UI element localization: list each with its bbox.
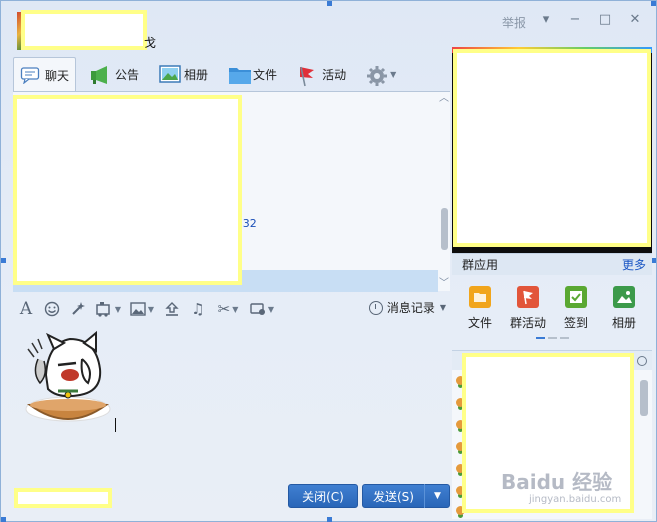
- emoji-icon[interactable]: [39, 298, 65, 320]
- resize-handle-bottom[interactable]: [327, 517, 332, 522]
- tab-label: 聊天: [45, 68, 70, 83]
- watermark-url: jingyan.baidu.com: [529, 494, 622, 505]
- close-button-label: 关闭(C): [302, 489, 344, 504]
- tab-label: 相册: [184, 67, 209, 82]
- group-name-tail: 戈: [144, 36, 157, 50]
- send-options-dropdown[interactable]: ▼: [424, 484, 450, 508]
- font-icon[interactable]: A: [13, 298, 39, 320]
- scroll-down-icon[interactable]: ﹀: [438, 278, 450, 290]
- member-scroll-thumb[interactable]: [640, 380, 648, 416]
- tab-announcement[interactable]: 公告: [84, 57, 145, 91]
- tab-settings[interactable]: ▼: [360, 57, 402, 91]
- watermark: Baidu 经验: [501, 470, 613, 494]
- flag-icon: [297, 65, 317, 87]
- main-tabs: 聊天 公告 相册 文件 活动 ▼: [13, 57, 449, 92]
- gear-icon: [366, 65, 388, 86]
- scissors-icon[interactable]: ✂ ▼: [211, 298, 245, 320]
- image-icon[interactable]: ▼: [125, 298, 159, 320]
- scroll-up-icon[interactable]: ︿: [438, 93, 450, 105]
- magic-wand-icon[interactable]: [65, 298, 91, 320]
- app-label: 文件: [467, 316, 492, 330]
- app-label: 相册: [611, 316, 636, 330]
- pager-dot-active[interactable]: [536, 337, 545, 339]
- app-group-activity[interactable]: 群活动: [504, 277, 552, 339]
- app-check-in[interactable]: 签到: [552, 277, 600, 339]
- cat-sticker-icon: [25, 330, 111, 422]
- message-scrollbar[interactable]: ︿ ﹀: [438, 92, 450, 292]
- text-cursor: [115, 418, 116, 432]
- minimize-button[interactable]: −: [567, 12, 583, 28]
- resize-handle-top-right[interactable]: [651, 1, 656, 6]
- maximize-button[interactable]: □: [597, 12, 613, 28]
- upload-icon[interactable]: [159, 298, 185, 320]
- tab-label: 公告: [115, 67, 140, 82]
- folder-icon: [228, 65, 252, 84]
- send-button[interactable]: 发送(S) ▼: [362, 484, 450, 508]
- menu-dropdown-icon[interactable]: ▾: [538, 12, 554, 28]
- chat-bubble-icon: [20, 66, 40, 85]
- album-icon: [613, 286, 635, 308]
- more-apps-link[interactable]: 更多: [622, 256, 646, 273]
- message-history-button[interactable]: 消息记录 ▼: [368, 299, 446, 316]
- check-in-icon: [565, 286, 587, 308]
- pager-dot[interactable]: [560, 337, 569, 339]
- resize-handle-top[interactable]: [327, 1, 332, 6]
- megaphone-icon: [90, 65, 110, 84]
- send-button-label: 发送(S): [373, 489, 414, 504]
- group-apps-header: 群应用 更多: [452, 253, 652, 275]
- file-folder-icon: [469, 286, 491, 308]
- close-window-button[interactable]: ✕: [627, 12, 643, 28]
- clock-icon: [368, 300, 383, 315]
- app-album[interactable]: 相册: [600, 277, 648, 339]
- tab-label: 文件: [253, 67, 278, 82]
- history-label: 消息记录: [386, 301, 435, 315]
- redacted-message-content: [13, 95, 242, 285]
- tab-activity[interactable]: 活动: [291, 57, 352, 91]
- report-button[interactable]: 举报: [502, 14, 526, 31]
- group-apps-title: 群应用: [462, 258, 499, 272]
- app-label: 签到: [563, 316, 588, 330]
- redacted-status-text: [14, 488, 112, 508]
- pager-dot[interactable]: [548, 337, 557, 339]
- tab-label: 活动: [322, 67, 347, 82]
- resize-handle-bottom-left[interactable]: [1, 517, 6, 522]
- group-apps-list: 文件 群活动 签到 相册: [452, 277, 652, 339]
- redacted-banner-image: [453, 49, 651, 247]
- photo-icon: [159, 65, 181, 83]
- chevron-down-icon: ▼: [434, 491, 441, 501]
- scroll-thumb[interactable]: [441, 208, 448, 250]
- app-files[interactable]: 文件: [456, 277, 504, 339]
- tab-files[interactable]: 文件: [222, 57, 283, 91]
- right-panel: 群应用 更多 文件 群活动 签到 相册: [452, 47, 652, 519]
- message-input[interactable]: [13, 323, 450, 483]
- group-activity-icon: [517, 286, 539, 308]
- music-icon[interactable]: ♫: [185, 298, 211, 320]
- group-chat-window: 戈 举报 ▾ − □ ✕ 聊天 公告 相册 文件 活动 ▼:32 ︿ ﹀ A …: [0, 0, 657, 522]
- redacted-group-name: [21, 10, 147, 50]
- tab-chat[interactable]: 聊天: [13, 57, 77, 92]
- app-label: 群活动: [509, 316, 546, 330]
- input-toolbar: A ▼ ▼ ♫ ✂ ▼ ▼ 消息记录 ▼: [13, 297, 450, 321]
- screenshot-tool-icon[interactable]: ▼: [91, 298, 125, 320]
- chevron-down-icon: ▼: [390, 69, 397, 79]
- more-tools-icon[interactable]: ▼: [245, 298, 279, 320]
- chevron-down-icon: ▼: [439, 303, 446, 312]
- search-icon[interactable]: [637, 356, 647, 366]
- resize-handle-left[interactable]: [1, 258, 6, 263]
- apps-pager[interactable]: [536, 337, 569, 339]
- tab-album[interactable]: 相册: [153, 57, 214, 91]
- close-button[interactable]: 关闭(C): [288, 484, 358, 508]
